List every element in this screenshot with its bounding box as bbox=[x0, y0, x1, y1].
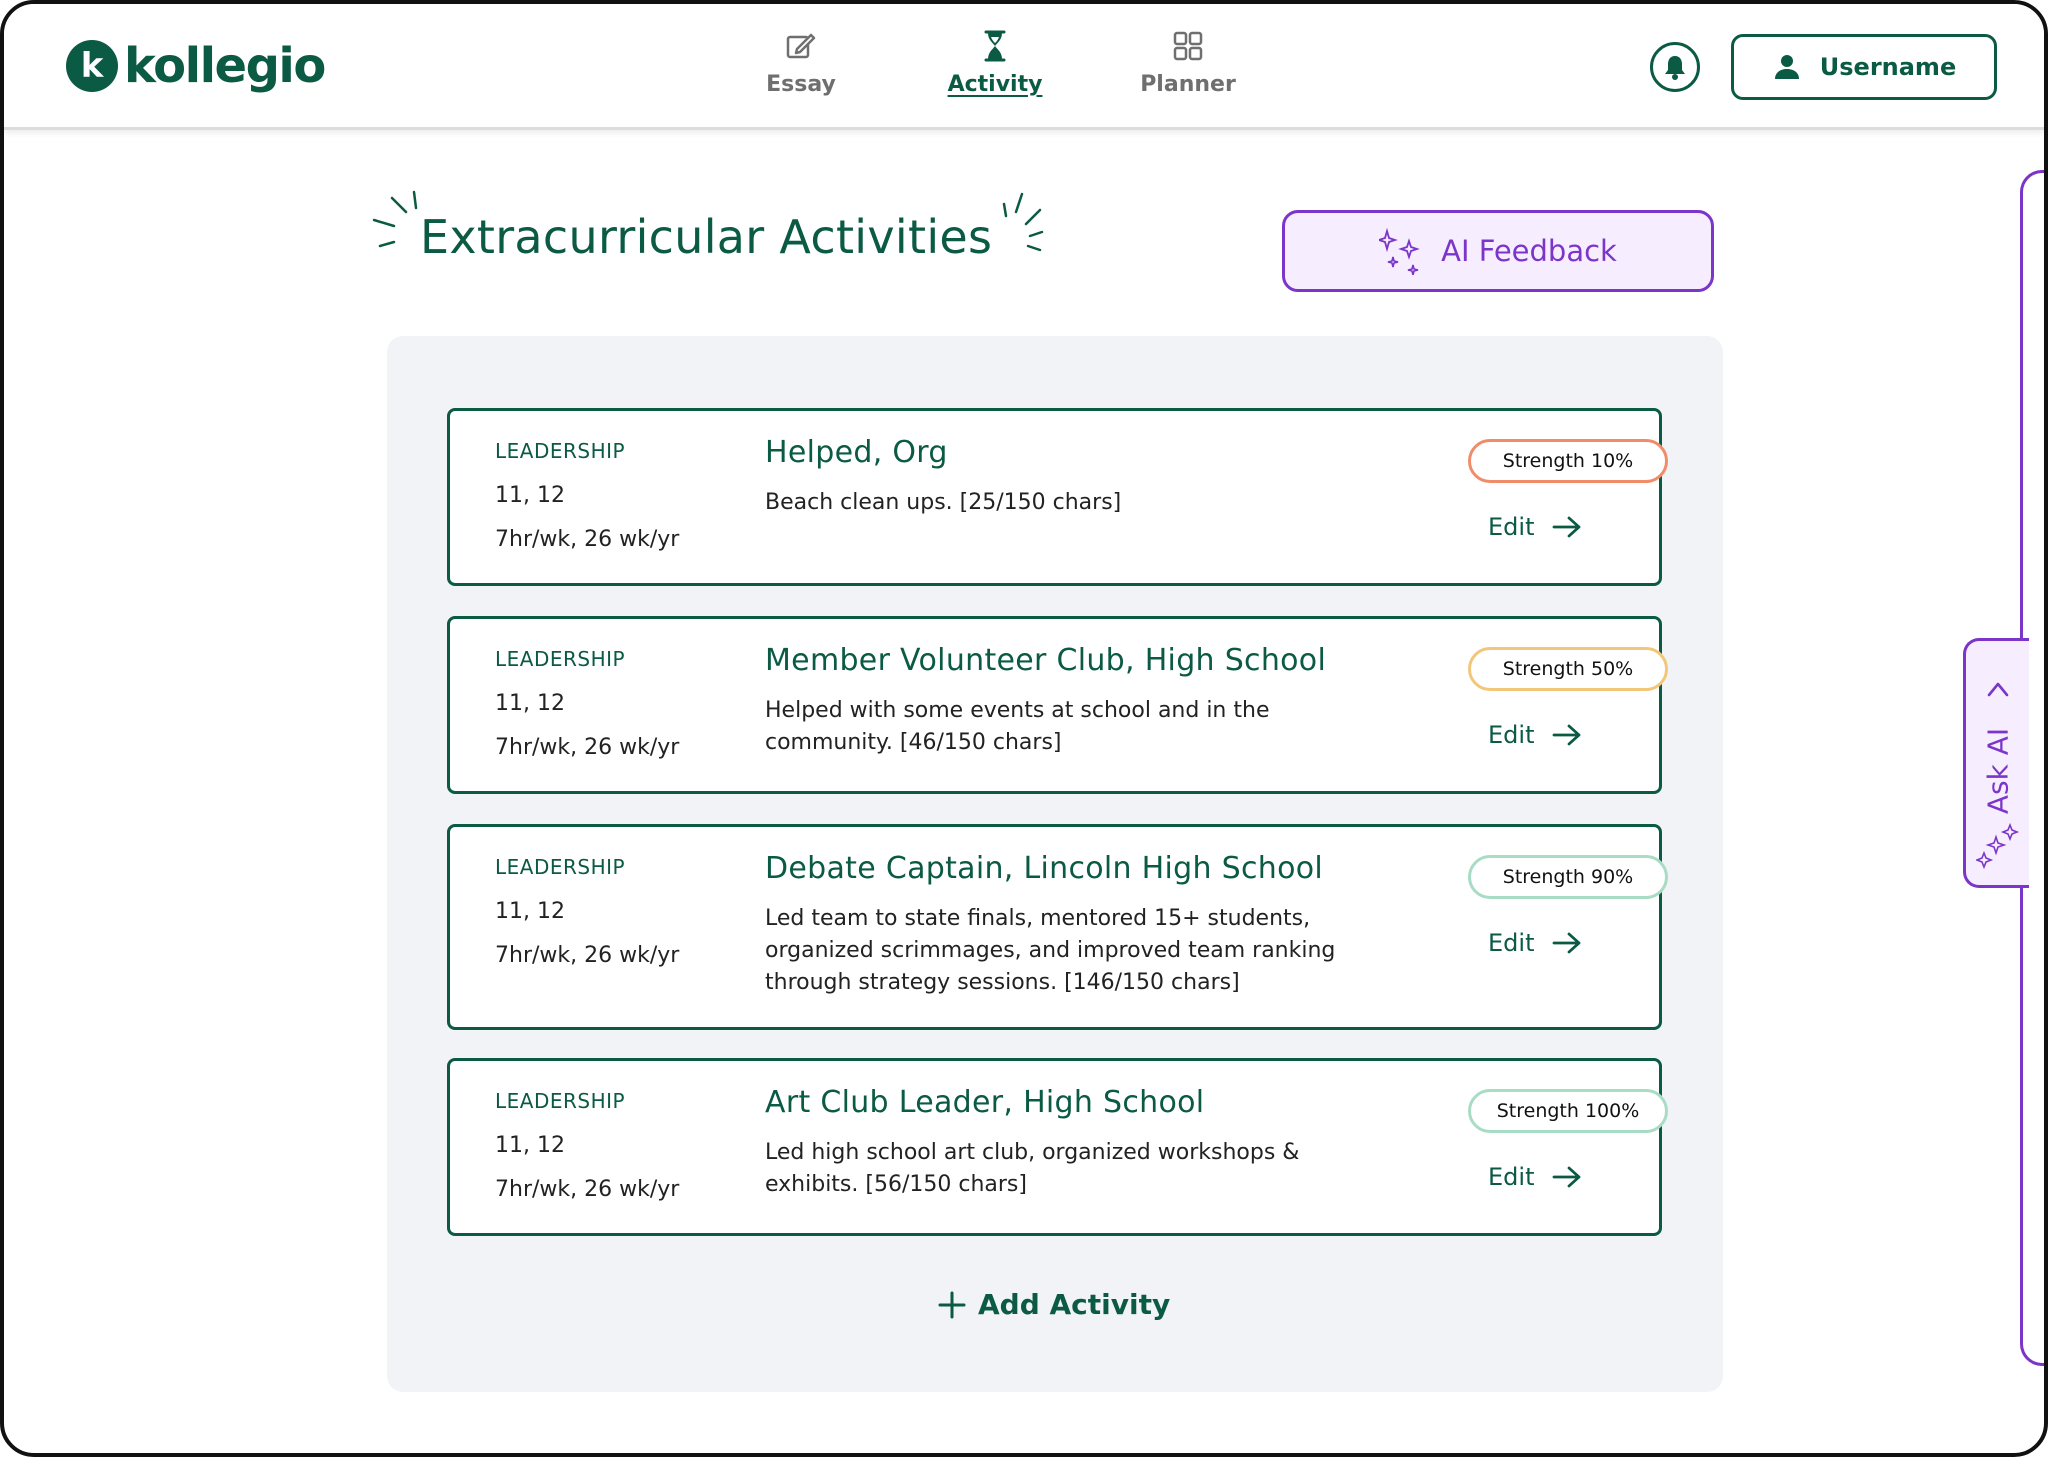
user-menu-button[interactable]: Username bbox=[1731, 34, 1997, 100]
edit-label: Edit bbox=[1488, 929, 1535, 957]
hourglass-icon bbox=[984, 30, 1006, 62]
ask-ai-tab[interactable]: Ask AI bbox=[1963, 638, 2029, 888]
activity-card[interactable]: LEADERSHIP 11, 12 7hr/wk, 26 wk/yr Art C… bbox=[447, 1058, 1668, 1236]
strength-badge: Strength 100% bbox=[1468, 1089, 1668, 1133]
activity-category: LEADERSHIP bbox=[495, 1089, 626, 1113]
nav-tab-label: Activity bbox=[947, 72, 1043, 97]
app-window: k kollegio Essay Activity Planner Userna… bbox=[0, 0, 2048, 1457]
nav-tab-essay[interactable]: Essay bbox=[726, 28, 876, 97]
add-activity-label: Add Activity bbox=[978, 1288, 1171, 1321]
activity-time: 7hr/wk, 26 wk/yr bbox=[495, 943, 680, 968]
sparkles-icon bbox=[1976, 822, 2020, 869]
activity-card[interactable]: LEADERSHIP 11, 12 7hr/wk, 26 wk/yr Membe… bbox=[447, 616, 1668, 794]
arrow-right-icon bbox=[1553, 724, 1581, 746]
activity-grades: 11, 12 bbox=[495, 691, 565, 716]
activity-name: Art Club Leader, High School bbox=[765, 1085, 1205, 1120]
title-block: Extracurricular Activities bbox=[364, 182, 1064, 272]
sparkle-lines-left-icon bbox=[372, 190, 418, 248]
ai-feedback-label: AI Feedback bbox=[1441, 234, 1617, 268]
activity-name: Debate Captain, Lincoln High School bbox=[765, 851, 1324, 886]
edit-button[interactable]: Edit bbox=[1488, 513, 1582, 541]
activities-panel: LEADERSHIP 11, 12 7hr/wk, 26 wk/yr Helpe… bbox=[387, 336, 1723, 1392]
grid-icon bbox=[1173, 31, 1203, 61]
notifications-button[interactable] bbox=[1650, 42, 1700, 92]
activity-name: Helped, Org bbox=[765, 435, 948, 470]
edit-label: Edit bbox=[1488, 1163, 1535, 1191]
activity-grades: 11, 12 bbox=[495, 1133, 565, 1158]
activity-description: Helped with some events at school and in… bbox=[765, 698, 1270, 755]
page-title: Extracurricular Activities bbox=[420, 210, 993, 264]
edit-button[interactable]: Edit bbox=[1488, 929, 1582, 957]
activity-description: Led team to state finals, mentored 15+ s… bbox=[765, 906, 1336, 995]
strength-badge: Strength 90% bbox=[1468, 855, 1668, 899]
activity-category: LEADERSHIP bbox=[495, 439, 626, 463]
edit-button[interactable]: Edit bbox=[1488, 1163, 1582, 1191]
edit-icon bbox=[786, 33, 816, 59]
add-activity-button[interactable]: Add Activity bbox=[938, 1288, 1170, 1321]
user-icon bbox=[1774, 55, 1799, 79]
activity-grades: 11, 12 bbox=[495, 899, 565, 924]
activity-grades: 11, 12 bbox=[495, 483, 565, 508]
nav-tab-planner[interactable]: Planner bbox=[1113, 28, 1263, 97]
chevron-up-icon bbox=[1987, 682, 2009, 697]
nav-tab-label: Planner bbox=[1140, 72, 1236, 97]
strength-badge: Strength 10% bbox=[1468, 439, 1668, 483]
sparkles-icon bbox=[1379, 227, 1420, 275]
activity-category: LEADERSHIP bbox=[495, 647, 626, 671]
bell-icon bbox=[1665, 56, 1685, 80]
activity-card[interactable]: LEADERSHIP 11, 12 7hr/wk, 26 wk/yr Debat… bbox=[447, 824, 1668, 1030]
arrow-right-icon bbox=[1553, 932, 1581, 954]
strength-badge: Strength 50% bbox=[1468, 647, 1668, 691]
nav-tab-label: Essay bbox=[766, 72, 836, 97]
ask-ai-label: Ask AI bbox=[1981, 727, 2014, 815]
edit-label: Edit bbox=[1488, 513, 1535, 541]
activity-time: 7hr/wk, 26 wk/yr bbox=[495, 735, 680, 760]
activity-description: Beach clean ups. [25/150 chars] bbox=[765, 490, 1122, 515]
activity-card[interactable]: LEADERSHIP 11, 12 7hr/wk, 26 wk/yr Helpe… bbox=[447, 408, 1668, 586]
edit-button[interactable]: Edit bbox=[1488, 721, 1582, 749]
sparkle-lines-right-icon bbox=[1002, 192, 1044, 252]
edit-label: Edit bbox=[1488, 721, 1535, 749]
activity-category: LEADERSHIP bbox=[495, 855, 626, 879]
arrow-right-icon bbox=[1553, 1166, 1581, 1188]
activity-name: Member Volunteer Club, High School bbox=[765, 643, 1327, 678]
nav-tab-activity[interactable]: Activity bbox=[920, 28, 1070, 97]
username-label: Username bbox=[1819, 53, 1957, 81]
activity-description: Led high school art club, organized work… bbox=[765, 1140, 1300, 1197]
activity-time: 7hr/wk, 26 wk/yr bbox=[495, 527, 680, 552]
arrow-right-icon bbox=[1553, 516, 1581, 538]
ai-feedback-button[interactable]: AI Feedback bbox=[1282, 210, 1714, 292]
plus-icon bbox=[938, 1291, 966, 1318]
activity-time: 7hr/wk, 26 wk/yr bbox=[495, 1177, 680, 1202]
top-header: k kollegio Essay Activity Planner Userna… bbox=[4, 4, 2044, 130]
